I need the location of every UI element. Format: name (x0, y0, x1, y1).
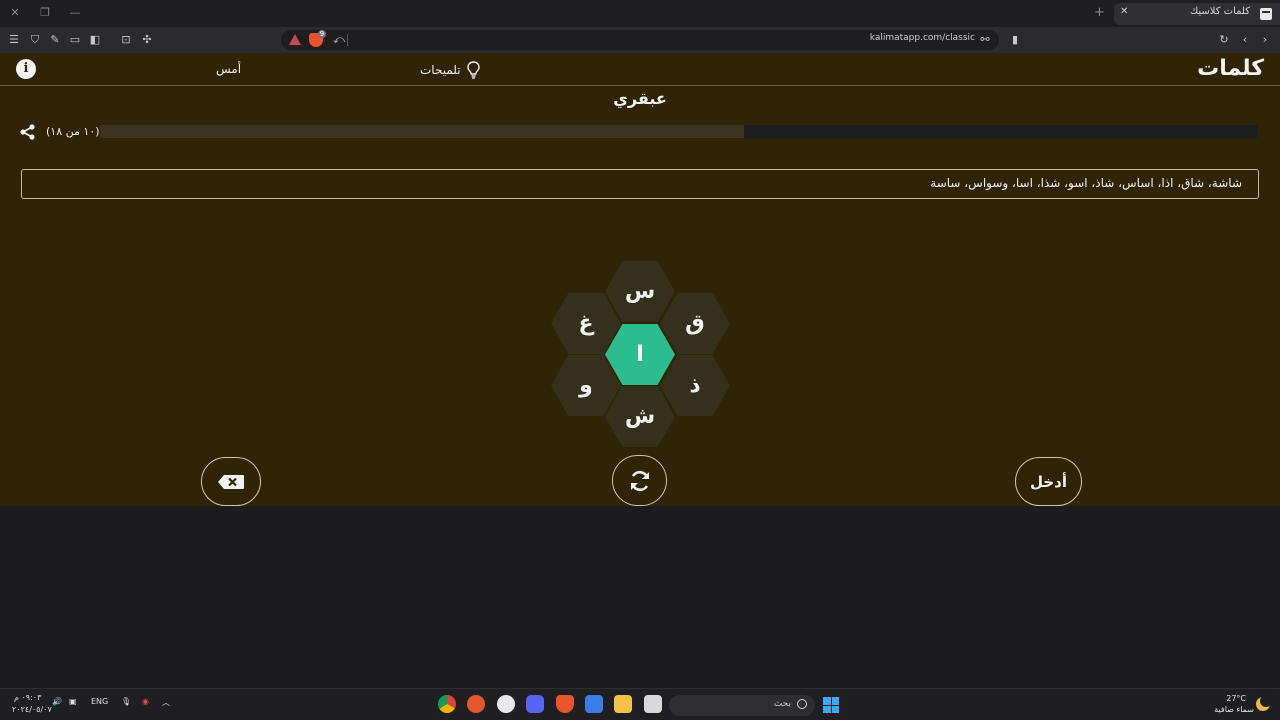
brave-shields-icon[interactable] (309, 30, 326, 47)
backspace-icon (218, 474, 244, 489)
reload-icon[interactable]: ↻ (1216, 32, 1232, 48)
refresh-icon (630, 470, 649, 491)
letter-hex-lower-left[interactable]: و (551, 355, 621, 416)
game-header: كلمات تلميحات أمس i (0, 53, 1280, 86)
taskbar-search[interactable]: بحث (669, 695, 815, 716)
address-bar[interactable]: ⤺ ⚯ kalimatapp.com/classic (281, 30, 999, 50)
bookmark-icon[interactable]: ▮ (1007, 32, 1023, 48)
brave-rewards-icon[interactable] (289, 34, 301, 45)
game-page: كلمات تلميحات أمس i عبقري (١٠ من ١٨) شاش… (0, 53, 1280, 506)
minimize-window-icon[interactable]: — (66, 4, 84, 22)
tab-title: كلمات كلاسيك (1189, 6, 1250, 17)
chatgpt-icon[interactable] (497, 695, 515, 713)
delete-button[interactable] (201, 457, 261, 506)
favicon-icon (1260, 8, 1272, 20)
letter-hex-center[interactable]: ا (605, 324, 675, 385)
forward-icon[interactable]: ‹ (1237, 32, 1253, 48)
share-page-icon[interactable]: ⤺ (331, 32, 347, 48)
found-words-list: شاشة، شاق، اذا، اساس، شاذ، اسو، شذا، اسا… (930, 176, 1242, 190)
progress-remaining (743, 125, 1258, 138)
file-explorer-icon[interactable] (614, 695, 632, 713)
wallet-icon[interactable]: ▭ (67, 32, 83, 48)
lightbulb-icon (466, 61, 480, 79)
letter-hex-lower-right[interactable]: ذ (660, 355, 730, 416)
browser-tab[interactable]: ✕ كلمات كلاسيك (1114, 3, 1280, 25)
search-label: بحث (773, 699, 791, 709)
progress-bar (100, 125, 1258, 138)
enter-label: أدخل (1029, 472, 1068, 491)
windows-start-icon[interactable] (823, 697, 839, 713)
url-divider (347, 34, 348, 46)
site-settings-icon[interactable]: ⚯ (977, 32, 993, 48)
extensions-icon[interactable]: ✣ (139, 32, 155, 48)
moon-icon (1256, 695, 1272, 711)
back-icon[interactable]: › (1257, 32, 1273, 48)
weather-temp[interactable]: 27°C (1226, 694, 1246, 703)
shield-icon[interactable]: ⛉ (27, 32, 43, 48)
close-window-icon[interactable]: ✕ (6, 4, 24, 22)
letter-hex-upper-left[interactable]: غ (551, 293, 621, 354)
letter-hex-top[interactable]: س (605, 261, 675, 322)
sidebar-icon[interactable]: ◧ (87, 32, 103, 48)
edit-icon[interactable]: ✎ (47, 32, 63, 48)
new-tab-icon[interactable]: + (1094, 5, 1105, 20)
brave-icon[interactable] (556, 695, 574, 713)
volume-icon[interactable]: 🔊 (52, 697, 62, 706)
rank-title: عبقري (613, 89, 667, 108)
browser-tab-bar: ✕ ❐ — + ✕ كلمات كلاسيك (0, 0, 1280, 27)
letter-hex-bottom[interactable]: ش (605, 386, 675, 447)
store-icon[interactable] (585, 695, 603, 713)
letter-hex-upper-right[interactable]: ق (660, 293, 730, 354)
word-count: (١٠ من ١٨) (46, 125, 100, 138)
shuffle-button[interactable] (612, 455, 667, 506)
weather-desc[interactable]: سماء صافية (1214, 705, 1254, 714)
enter-button[interactable]: أدخل (1015, 457, 1082, 506)
hints-button[interactable]: تلميحات (420, 60, 480, 80)
microphone-icon[interactable]: 🎙 (121, 697, 131, 706)
clock-time[interactable]: ٠٩:٠٣ م (14, 693, 41, 702)
chevron-up-icon[interactable]: ︿ (162, 697, 170, 708)
share-icon[interactable] (19, 123, 37, 141)
clock-date[interactable]: ٢٠٢٤/٠٥/٠٧ (12, 705, 52, 714)
restore-window-icon[interactable]: ❐ (36, 4, 54, 22)
network-app-icon[interactable]: ◉ (142, 697, 149, 706)
close-tab-icon[interactable]: ✕ (1120, 6, 1128, 17)
monitor-icon[interactable]: ▣ (69, 697, 77, 706)
screenshot-icon[interactable]: ⊡ (118, 32, 134, 48)
taskbar: 27°C سماء صافية بحث ︿ ◉ 🎙 ENG 🔊 ▣ ٠٩:٠٣ … (0, 688, 1280, 720)
search-icon (797, 699, 807, 709)
task-view-icon[interactable] (644, 695, 662, 713)
origin-icon[interactable] (467, 695, 485, 713)
discord-icon[interactable] (526, 695, 544, 713)
menu-icon[interactable]: ☰ (6, 32, 22, 48)
language-indicator[interactable]: ENG (91, 697, 108, 706)
info-icon[interactable]: i (16, 59, 36, 79)
hints-label: تلميحات (420, 63, 461, 77)
browser-toolbar: ☰ ⛉ ✎ ▭ ◧ ⊡ ✣ ⤺ ⚯ kalimatapp.com/classic… (0, 27, 1280, 53)
found-words-box[interactable]: شاشة، شاق، اذا، اساس، شاذ، اسو، شذا، اسا… (21, 169, 1259, 199)
chrome-icon[interactable] (438, 695, 456, 713)
url-text: kalimatapp.com/classic (869, 33, 975, 43)
game-logo[interactable]: كلمات (1197, 56, 1264, 81)
yesterday-button[interactable]: أمس (216, 62, 241, 76)
